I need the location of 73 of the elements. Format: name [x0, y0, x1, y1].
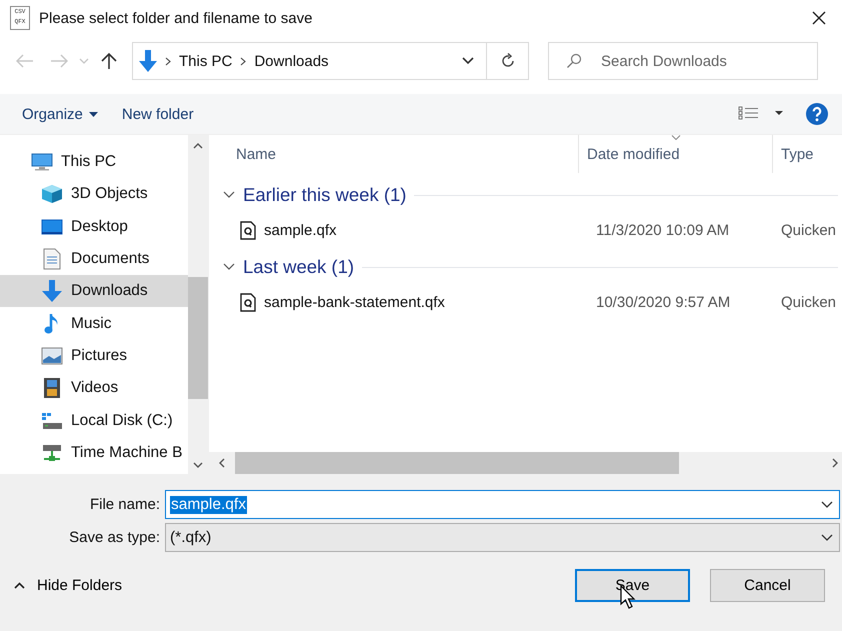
cancel-button[interactable]: Cancel: [710, 569, 825, 602]
chevron-down-icon: [821, 534, 833, 541]
file-name[interactable]: sample-bank-statement.qfx: [264, 294, 445, 310]
scroll-down-icon[interactable]: [193, 462, 203, 468]
sidebar-item[interactable]: Documents: [0, 242, 188, 276]
refresh-icon: [500, 53, 516, 69]
scroll-up-icon[interactable]: [193, 143, 203, 149]
date-cell: 11/3/2020 10:09 AM: [596, 222, 730, 238]
save-as-type-dropdown[interactable]: (*.qfx): [165, 523, 840, 552]
film-icon: [43, 377, 61, 400]
document-icon: [43, 248, 61, 270]
sidebar-item[interactable]: Time Machine B: [0, 436, 188, 469]
chevron-down-icon: [79, 58, 89, 64]
chevron-icon: [223, 191, 235, 199]
sidebar-item[interactable]: Local Disk (C:): [0, 404, 188, 437]
window-title: Please select folder and filename to save: [39, 10, 312, 26]
breadcrumb[interactable]: Downloads: [254, 52, 329, 70]
save-as-type-label: Save as type:: [68, 529, 160, 546]
drive-icon: [41, 412, 63, 430]
caret-icon: [88, 112, 98, 116]
download-arrow-icon: [42, 280, 62, 302]
chevron-icon: [223, 263, 235, 271]
up-arrow-icon: [101, 52, 117, 70]
sidebar-item[interactable]: This PC: [0, 146, 188, 178]
monitor-icon: [31, 153, 53, 172]
close-icon: [811, 10, 827, 26]
picture-icon: [41, 346, 63, 365]
group-header[interactable]: Earlier this week (1): [217, 184, 406, 206]
new-folder-button[interactable]: New folder: [112, 102, 204, 126]
forward-arrow-icon: [50, 54, 68, 68]
back-arrow-icon: [16, 54, 34, 68]
music-note-icon: [44, 312, 60, 335]
sidebar-item[interactable]: Desktop: [0, 210, 188, 243]
column-header[interactable]: Type: [773, 135, 842, 173]
scroll-left-icon[interactable]: [219, 458, 225, 468]
help-button[interactable]: [806, 103, 828, 125]
type-cell: Quicken: [781, 222, 836, 238]
save-button[interactable]: Save: [575, 569, 690, 602]
file-icon: [240, 220, 256, 240]
download-arrow-icon: [139, 50, 157, 72]
desktop-icon: [41, 218, 63, 235]
sidebar-item[interactable]: Videos: [0, 372, 188, 404]
date-cell: 10/30/2020 9:57 AM: [596, 294, 730, 310]
chevron-up-icon: [14, 582, 25, 589]
sidebar-item[interactable]: Downloads: [0, 275, 188, 308]
chevron-down-icon[interactable]: [462, 57, 474, 65]
type-cell: Quicken: [781, 294, 836, 310]
search-icon: [566, 53, 582, 69]
file-name-field[interactable]: sample.qfx: [165, 490, 840, 519]
help-icon: [806, 103, 828, 125]
sidebar-item[interactable]: 3D Objects: [0, 178, 188, 211]
file-name-label: File name:: [88, 496, 160, 513]
hide-folders-button[interactable]: Hide Folders: [10, 573, 126, 598]
network-drive-icon: [41, 442, 63, 463]
search-field[interactable]: Search Downloads: [548, 42, 818, 80]
scrollbar-thumb[interactable]: [188, 277, 208, 399]
sidebar-item[interactable]: Music: [0, 307, 188, 340]
scrollbar-thumb[interactable]: [235, 452, 679, 474]
list-view-icon: [738, 106, 786, 120]
cube-icon: [41, 184, 63, 204]
scroll-right-icon[interactable]: [832, 458, 838, 468]
sort-chevron-icon: [670, 135, 680, 140]
column-header[interactable]: Date modified: [579, 135, 773, 173]
chevron-down-icon: [821, 501, 833, 508]
sidebar-item[interactable]: Pictures: [0, 340, 188, 372]
breadcrumb[interactable]: This PC: [179, 52, 232, 70]
address-bar[interactable]: This PC Downloads: [132, 42, 487, 80]
file-icon: [240, 292, 256, 312]
column-header[interactable]: Name: [209, 135, 579, 173]
file-name[interactable]: sample.qfx: [264, 222, 337, 238]
organize-menu-button[interactable]: Organize: [12, 102, 108, 126]
group-header[interactable]: Last week (1): [217, 256, 354, 278]
refresh-button[interactable]: [487, 42, 529, 80]
